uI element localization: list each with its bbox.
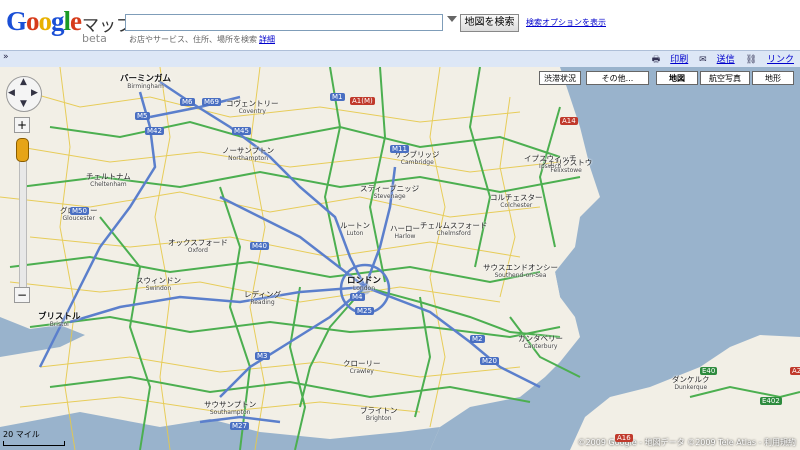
link-icon[interactable]: ⛓ — [746, 55, 757, 65]
place-label: フェリクストウ Felixstowe — [540, 158, 593, 175]
zoom-in-button[interactable]: + — [14, 117, 30, 133]
place-label: サウスエンドオンシー Southend-on-Sea — [483, 263, 558, 280]
place-label: カンタベリー Canterbury — [518, 334, 563, 351]
place-label: チェルムスフォード Chelmsford — [420, 221, 488, 238]
map-graphic — [0, 67, 800, 450]
road-shield: M45 — [232, 127, 251, 135]
scale-label: 20 マイル — [3, 430, 40, 439]
place-label: コルチェスター Colchester — [490, 193, 543, 210]
zoom-slider[interactable] — [19, 141, 27, 293]
toolbar-links: 🖶 印刷 ✉ 送信 ⛓ リンク — [644, 52, 794, 68]
road-shield: A14 — [560, 117, 578, 125]
place-label: サウサンプトン Southampton — [204, 400, 257, 417]
place-label: ケンブリッジ Cambridge — [395, 150, 440, 167]
place-label: ノーサンプトン Northampton — [222, 146, 275, 163]
pan-right-icon[interactable]: ▶ — [31, 88, 38, 98]
place-label: ルートン Luton — [340, 221, 370, 238]
header: Google マップ beta 地図を検索 検索オプションを表示 お店やサービス… — [0, 0, 800, 50]
map-toolbar: » 🖶 印刷 ✉ 送信 ⛓ リンク — [0, 50, 800, 68]
place-label: ロンドン London — [347, 276, 382, 292]
pan-left-icon[interactable]: ◀ — [8, 88, 15, 98]
map-canvas[interactable]: ロンドン London バーミンガム Birmingham ノーサンプトン North… — [0, 67, 800, 450]
pan-down-icon[interactable]: ▼ — [20, 99, 27, 109]
place-label: スウィンドン Swindon — [136, 276, 181, 293]
details-link[interactable]: 詳細 — [259, 35, 275, 44]
place-label: バーミンガム Birmingham — [120, 74, 172, 90]
road-shield: A16 — [615, 434, 633, 442]
road-shield: A1(M) — [350, 97, 375, 105]
road-shield: M42 — [145, 127, 164, 135]
search-input[interactable] — [125, 14, 443, 31]
search-hint: お店やサービス、住所、場所を検索 詳細 — [129, 34, 275, 45]
road-shield: M25 — [355, 307, 374, 315]
mail-icon[interactable]: ✉ — [699, 55, 707, 65]
place-label: レディング Reading — [244, 290, 281, 307]
street-view-pegman-icon[interactable] — [16, 138, 29, 162]
road-shield: E402 — [760, 397, 782, 405]
beta-label: beta — [82, 32, 107, 45]
satellite-type-button[interactable]: 航空写真 — [700, 71, 750, 85]
print-link[interactable]: 印刷 — [670, 55, 688, 65]
search-options-link[interactable]: 検索オプションを表示 — [526, 17, 606, 28]
search-history-dropdown-icon[interactable] — [447, 16, 457, 22]
search-button[interactable]: 地図を検索 — [460, 14, 519, 32]
motorways — [38, 80, 541, 424]
search-hint-text: お店やサービス、住所、場所を検索 — [129, 35, 257, 44]
map-type-button[interactable]: 地図 — [656, 71, 698, 85]
road-shield: M50 — [70, 207, 89, 215]
printer-icon[interactable]: 🖶 — [652, 55, 661, 65]
road-shield: A26 — [790, 367, 800, 375]
link-link[interactable]: リンク — [767, 55, 794, 65]
road-shield: M5 — [135, 112, 150, 120]
traffic-button[interactable]: 渋滞状況 — [539, 71, 581, 85]
copyright-text: ©2009 Google - 地図データ ©2009 Tele Atlas - … — [577, 438, 796, 447]
collapse-panel-button[interactable]: » — [3, 52, 9, 62]
road-shield: M40 — [250, 242, 269, 250]
zoom-out-button[interactable]: − — [14, 287, 30, 303]
road-shield: M2 — [470, 335, 485, 343]
place-label: クローリー Crawley — [343, 359, 381, 376]
scale-bar — [3, 441, 65, 446]
place-label: ブライトン Brighton — [360, 406, 398, 423]
place-label: ハーロー Harlow — [390, 224, 420, 241]
place-label: オックスフォード Oxford — [168, 238, 228, 255]
road-shield: M6 — [180, 98, 195, 106]
terrain-type-button[interactable]: 地形 — [752, 71, 794, 85]
google-logo[interactable]: Google — [6, 6, 82, 36]
road-shield: M3 — [255, 352, 270, 360]
pan-control[interactable]: ▲ ◀ ▶ ▼ — [6, 76, 42, 112]
place-label: スティーブニッジ Stevenage — [360, 184, 420, 201]
road-shield: M69 — [202, 98, 221, 106]
road-shield: M27 — [230, 422, 249, 430]
road-shield: M4 — [350, 293, 365, 301]
road-shield: M20 — [480, 357, 499, 365]
place-label: チェルトナム Cheltenham — [86, 172, 131, 189]
place-label: コヴェントリー Coventry — [226, 99, 279, 116]
road-shield: M11 — [390, 145, 409, 153]
place-label: ブリストル Bristol — [38, 312, 81, 328]
place-label: ダンケルク Dunkerque — [672, 375, 710, 392]
send-link[interactable]: 送信 — [717, 55, 735, 65]
road-shield: E40 — [700, 367, 718, 375]
pan-up-icon[interactable]: ▲ — [20, 77, 27, 87]
road-shield: M1 — [330, 93, 345, 101]
more-layers-button[interactable]: その他... — [586, 71, 649, 85]
